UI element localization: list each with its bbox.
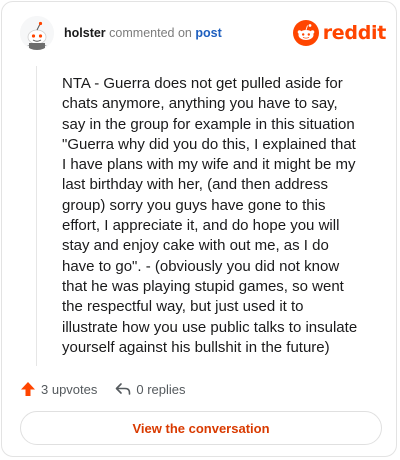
snoo-avatar-icon[interactable] (20, 16, 54, 50)
upvote-button[interactable]: 3 upvotes (20, 381, 97, 397)
view-conversation-button[interactable]: View the conversation (20, 411, 382, 445)
username-link[interactable]: holster (64, 26, 106, 40)
thread-line (36, 66, 37, 366)
comment-actions: 3 upvotes 0 replies (20, 379, 204, 399)
comment-body: NTA - Guerra does not get pulled aside f… (62, 75, 362, 356)
comment-header: holster commented on post reddit (16, 16, 386, 52)
reddit-snoo-icon (292, 20, 319, 46)
upvote-arrow-icon (21, 382, 35, 396)
reddit-brand[interactable]: reddit (292, 20, 387, 46)
comment-byline: holster commented on post (64, 26, 222, 40)
upvote-count: 3 upvotes (41, 381, 98, 397)
post-link[interactable]: post (195, 26, 221, 40)
embedded-comment-card: holster commented on post reddit NTA - G… (1, 1, 397, 457)
reply-arrow-icon (116, 383, 131, 395)
reply-count: 0 replies (136, 381, 186, 397)
reply-button[interactable]: 0 replies (115, 381, 186, 397)
reddit-wordmark: reddit (322, 22, 387, 44)
byline-action-text: commented on (109, 26, 192, 40)
